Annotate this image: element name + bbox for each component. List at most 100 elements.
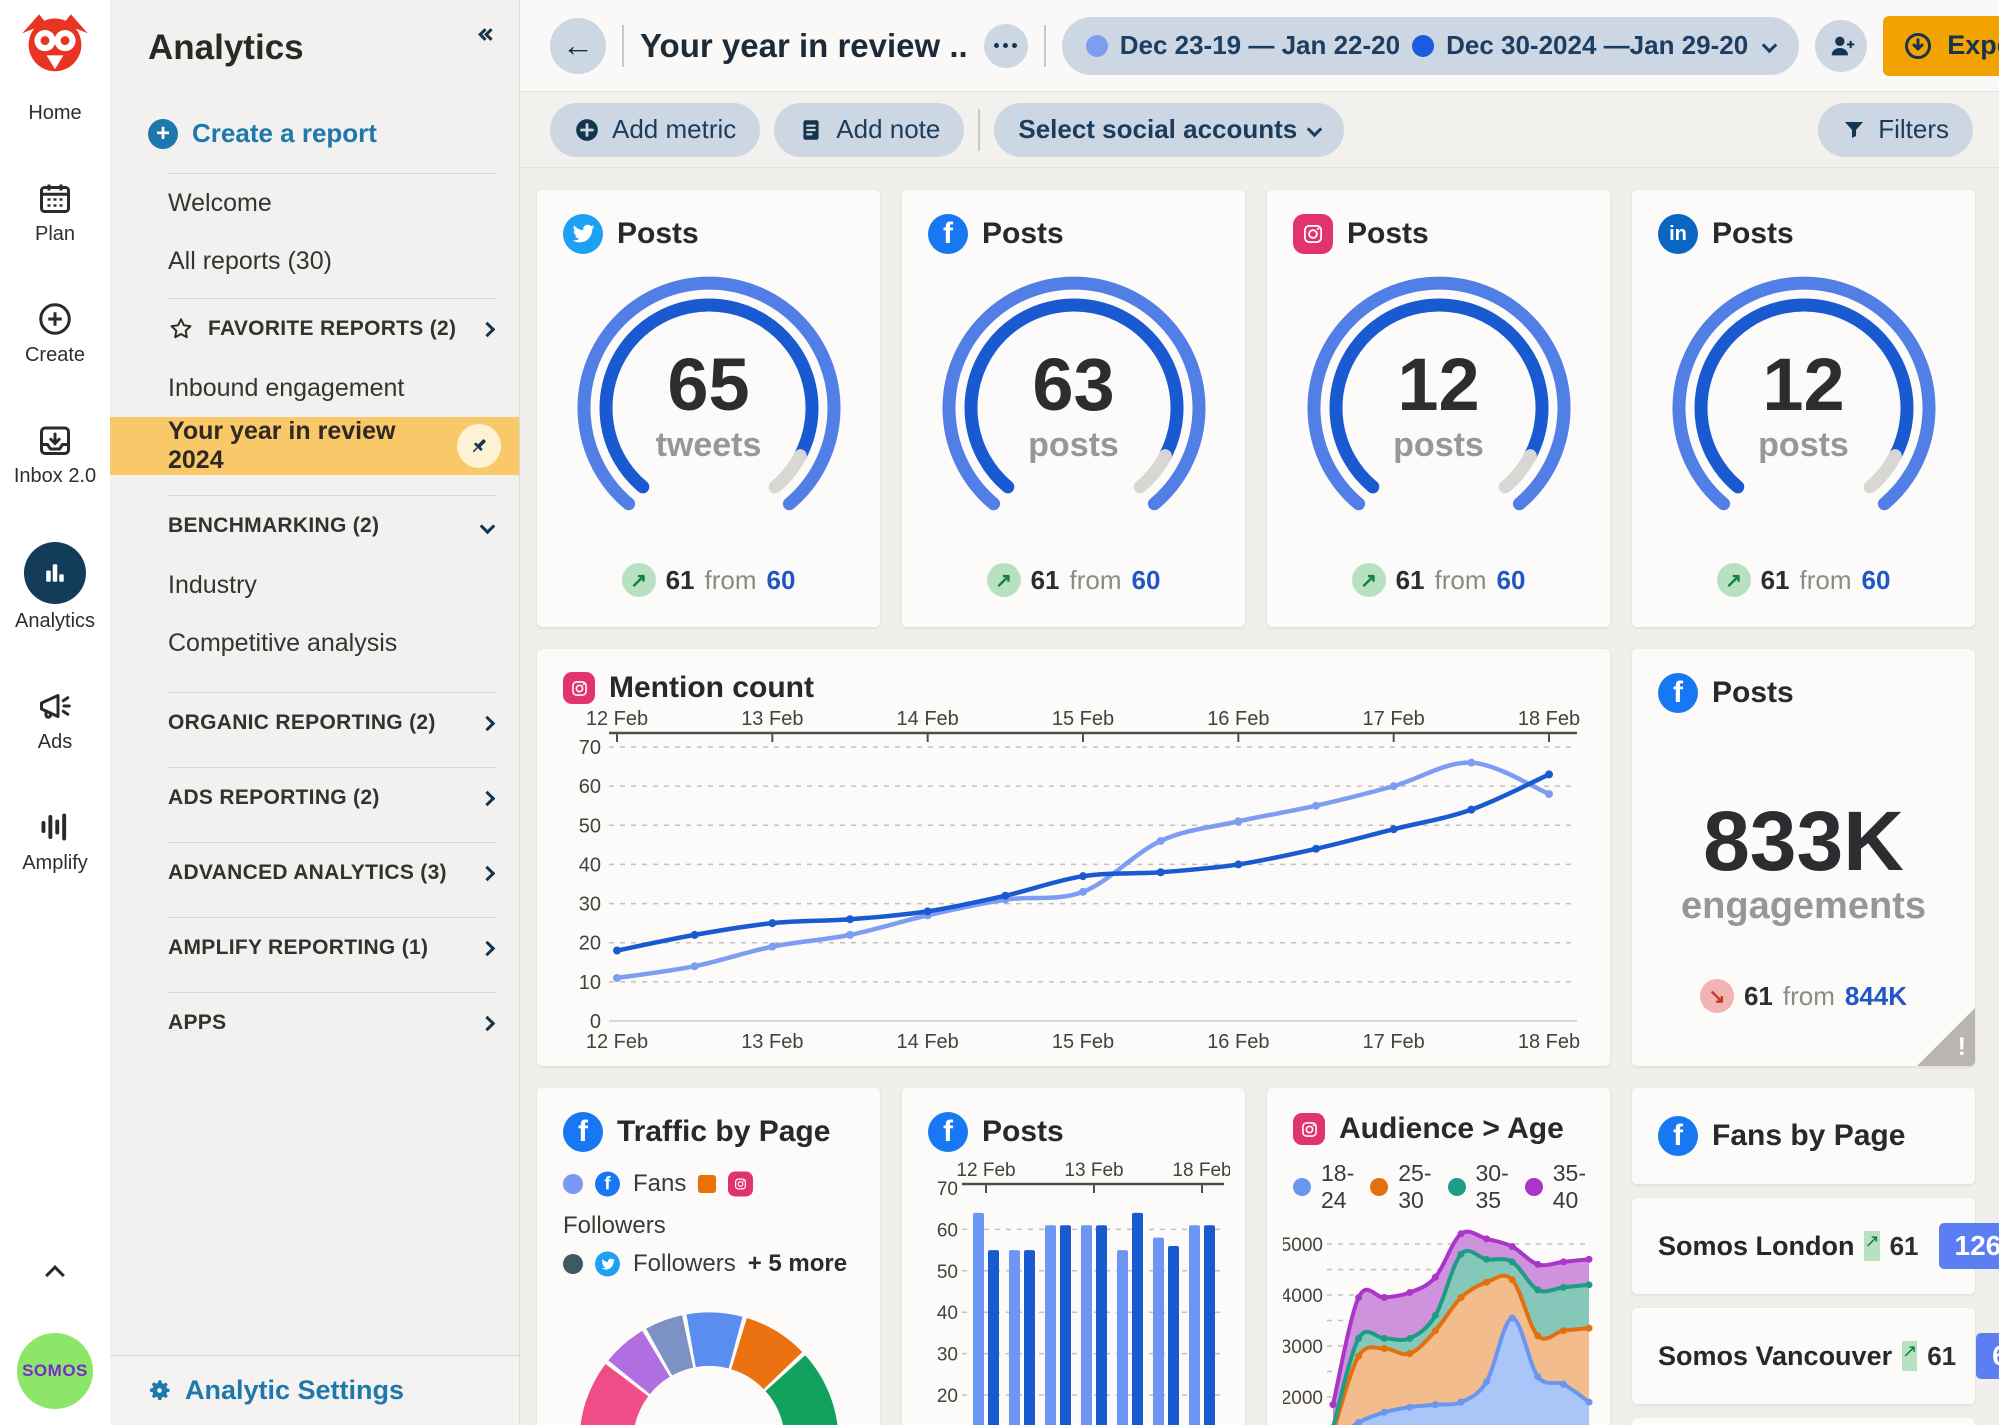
select-accounts-label: Select social accounts xyxy=(1018,114,1297,145)
svg-text:14 Feb: 14 Feb xyxy=(896,709,958,730)
instagram-icon xyxy=(1293,214,1333,254)
rail-item-analytics[interactable]: Analytics xyxy=(15,542,95,633)
analytic-settings-button[interactable]: Analytic Settings xyxy=(110,1355,519,1425)
main-area: ← Your year in review .. Dec 23-19 — Jan… xyxy=(520,0,1999,1425)
twitter-icon xyxy=(595,1252,620,1277)
chevron-down-icon xyxy=(480,518,496,534)
rail-item-plan[interactable]: Plan xyxy=(35,179,75,246)
facebook-icon: f xyxy=(1658,673,1698,713)
avatar[interactable]: SOMOS xyxy=(17,1333,93,1409)
add-metric-button[interactable]: Add metric xyxy=(550,103,760,157)
sidebar-section-benchmarking[interactable]: BENCHMARKING (2) xyxy=(110,496,519,556)
selected-item-label: Your year in review 2024 xyxy=(168,417,457,475)
section-label: ORGANIC REPORTING (2) xyxy=(168,711,436,735)
svg-text:16 Feb: 16 Feb xyxy=(1207,1031,1269,1053)
ig-followers-square xyxy=(698,1175,716,1193)
range-b-dot xyxy=(1412,35,1434,57)
collapse-up-icon[interactable] xyxy=(48,1268,62,1287)
chevron-down-icon xyxy=(1307,122,1323,138)
gauge-unit: tweets xyxy=(537,426,880,465)
plus-icon: + xyxy=(148,119,178,149)
rail-item-home[interactable]: Home xyxy=(28,102,81,125)
middle-row: Mention count 12 Feb12 Feb13 Feb13 Feb14… xyxy=(537,649,1975,1066)
delta-target[interactable]: 844K xyxy=(1845,981,1907,1012)
analytics-active-icon xyxy=(24,542,86,604)
delta-from-word: from xyxy=(705,565,757,596)
delta-value: 61 xyxy=(1396,565,1425,596)
chevron-right-icon xyxy=(480,715,496,731)
sidebar-item-competitive-analysis[interactable]: Competitive analysis xyxy=(110,614,519,672)
select-social-accounts-button[interactable]: Select social accounts xyxy=(994,103,1344,157)
sidebar-section-advanced-analytics[interactable]: ADVANCED ANALYTICS (3) xyxy=(110,843,519,903)
age-35-40-dot xyxy=(1525,1178,1543,1196)
sidebar-item-inbound-engagement[interactable]: Inbound engagement xyxy=(110,359,519,417)
sidebar-collapse-icon[interactable] xyxy=(480,30,495,39)
delta-value: 61 xyxy=(666,565,695,596)
fans-row[interactable]: Somos Vancouver ↗ 61 62K xyxy=(1632,1308,1975,1404)
sidebar-item-welcome[interactable]: Welcome xyxy=(110,174,519,232)
sidebar-section-ads-reporting[interactable]: ADS REPORTING (2) xyxy=(110,768,519,828)
delta-target[interactable]: 60 xyxy=(1497,565,1526,596)
svg-text:50: 50 xyxy=(936,1262,957,1283)
share-add-user-button[interactable] xyxy=(1815,20,1867,72)
section-label: APPS xyxy=(168,1011,226,1035)
sidebar-section-amplify-reporting[interactable]: AMPLIFY REPORTING (1) xyxy=(110,918,519,978)
date-range-picker[interactable]: Dec 23-19 — Jan 22-20 Dec 30-2024 —Jan 2… xyxy=(1062,17,1799,75)
mention-count-line-chart: 12 Feb12 Feb13 Feb13 Feb14 Feb14 Feb15 F… xyxy=(559,709,1589,1059)
instagram-posts-gauge-card: Posts 12 posts ↗ xyxy=(1267,190,1610,627)
divider xyxy=(1044,25,1046,67)
fans-row[interactable]: Somos London ↗ 61 126K xyxy=(1632,1198,1975,1294)
calendar-icon xyxy=(36,179,74,217)
rail-item-amplify[interactable]: Amplify xyxy=(22,808,88,875)
svg-text:13 Feb: 13 Feb xyxy=(741,1031,803,1053)
delta-target[interactable]: 60 xyxy=(1132,565,1161,596)
delta-target[interactable]: 60 xyxy=(1862,565,1891,596)
rail-item-create[interactable]: Create xyxy=(25,300,85,367)
sidebar-section-apps[interactable]: APPS xyxy=(110,993,519,1053)
trend-up-icon: ↗ xyxy=(1352,563,1386,597)
gauge-unit: posts xyxy=(1632,426,1975,465)
benchmarking-header-label: BENCHMARKING (2) xyxy=(168,514,379,538)
star-icon xyxy=(168,316,194,342)
delta-row: ↗ 61 from 60 xyxy=(902,563,1245,597)
sidebar-section-organic-reporting[interactable]: ORGANIC REPORTING (2) xyxy=(110,693,519,753)
svg-text:20: 20 xyxy=(578,933,600,955)
legend-tw-followers-label: Followers xyxy=(633,1250,736,1278)
back-button[interactable]: ← xyxy=(550,18,606,74)
svg-text:40: 40 xyxy=(936,1303,957,1324)
sidebar-section-favorites[interactable]: FAVORITE REPORTS (2) xyxy=(110,299,519,359)
card-title: Posts xyxy=(617,217,699,251)
legend-label: 25-30 xyxy=(1398,1160,1431,1214)
gauge-row: Posts 65 tweets ↗ xyxy=(537,190,1975,627)
sidebar-item-industry[interactable]: Industry xyxy=(110,556,519,614)
sidebar-item-all-reports[interactable]: All reports (30) xyxy=(110,232,519,290)
pin-icon[interactable] xyxy=(457,424,501,468)
warning-corner[interactable] xyxy=(1917,1008,1975,1066)
delta-row: ↗ 61 from 60 xyxy=(537,563,880,597)
hootsuite-logo-icon[interactable] xyxy=(17,10,93,82)
sidebar-item-your-year-in-review[interactable]: Your year in review 2024 xyxy=(110,417,519,475)
svg-text:18 Feb: 18 Feb xyxy=(1517,1031,1579,1053)
section-label: ADVANCED ANALYTICS (3) xyxy=(168,861,447,885)
megaphone-icon xyxy=(36,687,74,725)
export-button[interactable]: Export xyxy=(1883,16,1999,76)
plus-circle-icon xyxy=(36,300,74,338)
fans-row-partial[interactable]: ↘ xyxy=(1632,1418,1975,1425)
facebook-icon: f xyxy=(563,1112,603,1152)
age-25-30-dot xyxy=(1370,1178,1388,1196)
card-title: Posts xyxy=(1712,217,1794,251)
add-note-button[interactable]: Add note xyxy=(774,103,964,157)
facebook-icon: f xyxy=(928,1112,968,1152)
audience-area-chart: 5000400030002000 xyxy=(1283,1222,1595,1425)
filters-button[interactable]: Filters xyxy=(1818,103,1973,157)
chevron-right-icon xyxy=(480,1015,496,1031)
rail-item-inbox[interactable]: Inbox 2.0 xyxy=(14,421,96,488)
delta-target[interactable]: 60 xyxy=(767,565,796,596)
svg-text:40: 40 xyxy=(578,854,600,876)
more-options-button[interactable] xyxy=(984,24,1028,68)
create-report-button[interactable]: + Create a report xyxy=(148,118,519,149)
svg-text:14 Feb: 14 Feb xyxy=(896,1031,958,1053)
trend-up-icon: ↗ xyxy=(1902,1341,1917,1371)
rail-item-ads[interactable]: Ads xyxy=(36,687,74,754)
range-a-label: Dec 23-19 — Jan 22-20 xyxy=(1120,30,1400,61)
